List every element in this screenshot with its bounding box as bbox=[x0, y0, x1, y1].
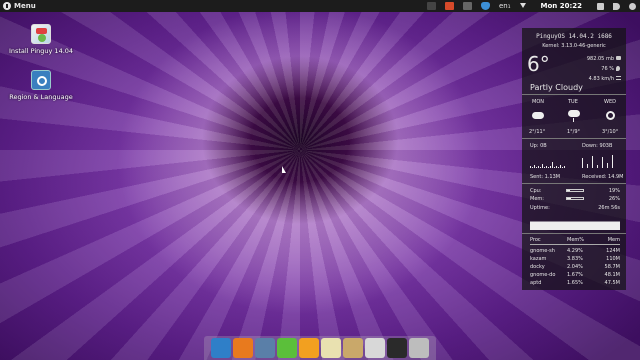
os-version: PinguyOS 14.04.2 i686 bbox=[536, 33, 612, 40]
net-sent: Sent: 1.13M bbox=[530, 174, 561, 180]
shield-icon[interactable] bbox=[480, 2, 490, 10]
region-language-icon bbox=[31, 70, 51, 90]
forecast-day: MON bbox=[532, 99, 544, 105]
net-received: Received: 14.9M bbox=[582, 174, 624, 180]
humidity: 76 % bbox=[601, 66, 614, 72]
download-graph bbox=[582, 154, 613, 168]
top-panel: Menu en₁ Mon 20:22 bbox=[0, 0, 640, 12]
clock[interactable]: Mon 20:22 bbox=[535, 2, 588, 10]
pressure-icon bbox=[616, 56, 621, 60]
mouse-cursor bbox=[282, 166, 286, 173]
kernel-version: Kernel: 3.13.0-46-generic bbox=[542, 43, 606, 49]
divider bbox=[522, 183, 626, 184]
installer-icon bbox=[31, 24, 51, 44]
archive-icon[interactable] bbox=[343, 338, 363, 358]
cloud-icon bbox=[532, 112, 544, 119]
video-icon[interactable] bbox=[321, 338, 341, 358]
hashtag-icon[interactable] bbox=[277, 338, 297, 358]
rain-icon bbox=[568, 110, 580, 117]
firefox-icon[interactable] bbox=[233, 338, 253, 358]
forecast-day: TUE bbox=[568, 99, 578, 105]
net-up: Up: 0B bbox=[530, 143, 547, 149]
cpu-graph bbox=[530, 216, 620, 230]
net-down: Down: 903B bbox=[582, 143, 613, 149]
wind: 4.83 km/h bbox=[588, 76, 614, 82]
rss-icon[interactable] bbox=[299, 338, 319, 358]
pressure: 982.05 mb bbox=[586, 56, 614, 62]
dock bbox=[204, 336, 436, 360]
terminal-icon[interactable] bbox=[387, 338, 407, 358]
forecast-range: 2°/11° bbox=[529, 129, 546, 135]
process-mem: 48.1M bbox=[604, 272, 620, 278]
forecast-range: 1°/9° bbox=[567, 129, 581, 135]
thunderbird-icon[interactable] bbox=[255, 338, 275, 358]
process-mem: 124M bbox=[606, 248, 620, 254]
divider bbox=[522, 233, 626, 234]
webcam-icon[interactable] bbox=[444, 2, 454, 10]
uptime-value: 26m 56s bbox=[598, 205, 620, 211]
process-mem: 47.5M bbox=[604, 280, 620, 286]
process-mem: 110M bbox=[606, 256, 620, 262]
sun-cloud-icon bbox=[606, 111, 615, 120]
divider bbox=[522, 94, 626, 95]
menu-button[interactable]: Menu bbox=[0, 2, 36, 10]
trash-icon[interactable] bbox=[409, 338, 429, 358]
mixer-icon[interactable] bbox=[365, 338, 385, 358]
anchor-icon[interactable] bbox=[211, 338, 231, 358]
system-tray: en₁ Mon 20:22 bbox=[426, 0, 640, 12]
keyboard-layout[interactable]: en₁ bbox=[499, 2, 511, 10]
power-icon bbox=[3, 2, 11, 10]
wind-icon bbox=[616, 76, 621, 80]
desktop-icon-label: Region & Language bbox=[9, 93, 73, 101]
upload-graph bbox=[530, 154, 565, 168]
mem-value: 26% bbox=[608, 196, 620, 202]
screenshot-icon[interactable] bbox=[426, 2, 436, 10]
window-list-icon[interactable] bbox=[462, 2, 472, 10]
conky-widget: PinguyOS 14.04.2 i686 Kernel: 3.13.0-46-… bbox=[522, 28, 626, 290]
menu-label: Menu bbox=[14, 2, 36, 10]
forecast-day: WED bbox=[604, 99, 616, 105]
desktop-icon-label: Install Pinguy 14.04 bbox=[8, 47, 74, 55]
proc-header-rule bbox=[530, 244, 620, 245]
process-mem: 58.7M bbox=[604, 264, 620, 270]
proc-header: Mem bbox=[607, 237, 620, 243]
volume-icon[interactable] bbox=[613, 2, 620, 10]
cpu-value: 19% bbox=[608, 188, 620, 194]
chevron-down-icon[interactable] bbox=[519, 3, 526, 9]
desktop-icon-region-language[interactable]: Region & Language bbox=[6, 70, 76, 101]
rain-drop bbox=[573, 118, 574, 122]
humidity-icon bbox=[616, 66, 620, 71]
forecast-range: 3°/10° bbox=[602, 129, 619, 135]
divider bbox=[522, 138, 626, 139]
weather-condition: Partly Cloudy bbox=[530, 83, 583, 92]
user-icon[interactable] bbox=[629, 2, 636, 10]
battery-icon[interactable] bbox=[597, 2, 604, 10]
desktop-icon-installer[interactable]: Install Pinguy 14.04 bbox=[6, 24, 76, 55]
